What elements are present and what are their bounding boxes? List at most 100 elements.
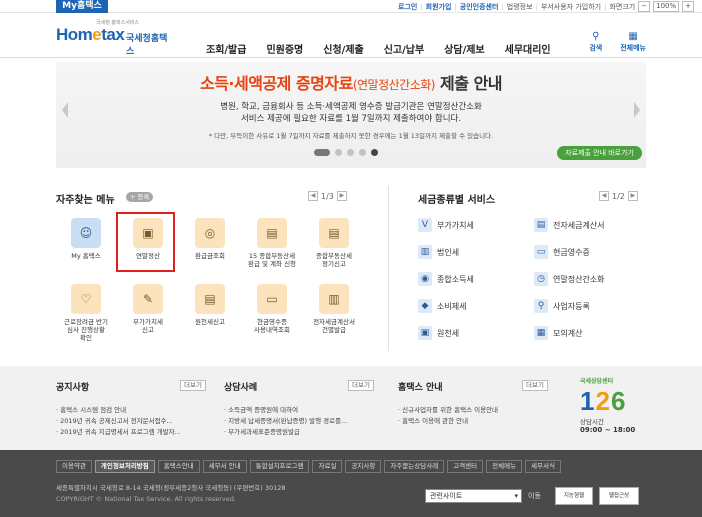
utility-links: 로그인 | 회원가입 | 공인인증센터 | 법령정보 | 부서사용자 가입하기 | 화면크… <box>398 0 694 13</box>
footer-link-tax-forms[interactable]: 세무서식 <box>525 460 561 473</box>
consult-item[interactable]: 지방세 납세증명서(완납증명) 발행 경로를... <box>224 416 374 427</box>
tax-invoice-icon: ▤ <box>534 218 548 232</box>
banner-dot[interactable] <box>347 149 354 156</box>
svc-cash-receipt[interactable]: ▭ 현금영수증 <box>534 245 590 259</box>
footer-nav: 이용약관 개인정보처리방침 홈택스안내 세무서 안내 통합설치프로그램 자료실 … <box>56 460 564 473</box>
zoom-in-button[interactable]: + <box>682 1 694 12</box>
calendar-icon: ▤ <box>257 218 287 248</box>
fav-earned-income-credit[interactable]: ♡ 근로장려금 반기 심사 진행상황 확인 <box>56 284 116 342</box>
fav-cash-receipt-history[interactable]: ▭ 현금영수증 사용내역조회 <box>242 284 302 334</box>
footer-address: 세종특별자치시 국세청로 8-14 국세청(정부세종2청사 국세청동) (우편번… <box>56 484 286 492</box>
section-divider <box>388 186 389 351</box>
services-pager: ◀ 1/2 ▶ <box>599 191 638 201</box>
guide-more-button[interactable]: 더보기 <box>522 380 548 391</box>
fav-year-end-settlement[interactable]: ▣ 연말정산 <box>116 212 178 272</box>
banner-cta-button[interactable]: 자료제출 안내 바로가기 <box>557 146 642 160</box>
footer-link-tax-office[interactable]: 세무서 안내 <box>202 460 247 473</box>
footer-link-archive[interactable]: 자료실 <box>312 460 343 473</box>
notice-item[interactable]: 2019년 귀속 지급명세서 프로그램 개발자... <box>56 427 206 438</box>
related-sites-go-button[interactable]: 이동 <box>528 489 541 503</box>
call-center: 국세상담센터 126 상담시간 09:00 ~ 18:00 <box>580 376 650 434</box>
fav-withholding-filing[interactable]: ▤ 원천세신고 <box>180 284 240 326</box>
notice-item[interactable]: 홈택스 시스템 점검 안내 <box>56 405 206 416</box>
corporate-icon: ▥ <box>418 245 432 259</box>
favorites-register-button[interactable]: + 등록 <box>126 192 154 202</box>
search-icon: ⚲ <box>592 31 600 42</box>
svc-income-tax[interactable]: ◉ 종합소득세 <box>418 272 474 286</box>
cash-receipt-icon: ▭ <box>534 245 548 259</box>
prev-page-button[interactable]: ◀ <box>599 191 609 201</box>
fav-vat-filing[interactable]: ✎ 부가가치세 신고 <box>118 284 178 334</box>
consult-more-button[interactable]: 더보기 <box>348 380 374 391</box>
grid-icon: ▦ <box>628 31 638 42</box>
banner-pause-button[interactable] <box>371 149 378 156</box>
footer-link-customer-center[interactable]: 고객센터 <box>447 460 484 473</box>
fav-property-tax-refund[interactable]: ▤ 15 종합부동산세 환급 및 계좌 신청 <box>242 218 302 268</box>
my-hometax-tab[interactable]: My홈택스 <box>56 0 108 13</box>
prev-page-button[interactable]: ◀ <box>308 191 318 201</box>
footer-link-terms[interactable]: 이용약관 <box>56 460 92 473</box>
favorites-pager: ◀ 1/3 ▶ <box>308 191 347 201</box>
svc-e-tax-invoice[interactable]: ▤ 전자세금계산서 <box>534 218 605 232</box>
dept-user-signup-link[interactable]: 부서사용자 가입하기 <box>541 2 601 12</box>
notice-more-button[interactable]: 더보기 <box>180 380 206 391</box>
fav-my-hometax[interactable]: ☺ My 홈택스 <box>56 218 116 260</box>
next-page-button[interactable]: ▶ <box>336 191 347 201</box>
guide-item[interactable]: 신규사업자를 위한 홈택스 이용안내 <box>398 405 548 416</box>
login-link[interactable]: 로그인 <box>398 2 417 12</box>
signup-link[interactable]: 회원가입 <box>426 2 452 12</box>
footer-link-all-menu[interactable]: 전체메뉴 <box>486 460 523 473</box>
year-end-icon: ◷ <box>534 272 548 286</box>
footer-link-faq[interactable]: 자주묻는상담사례 <box>384 460 445 473</box>
calculator-icon: ▦ <box>534 326 548 340</box>
services-title: 세금종류별 서비스 <box>418 195 496 206</box>
svc-vat[interactable]: V 부가가치세 <box>418 218 474 232</box>
svc-corporate-tax[interactable]: ▥ 법인세 <box>418 245 459 259</box>
vat-icon: V <box>418 218 432 232</box>
svc-mock-calculation[interactable]: ▦ 모의계산 <box>534 326 582 340</box>
next-page-button[interactable]: ▶ <box>627 191 638 201</box>
promo-banner: 소득·세액공제 증명자료(연말정산간소화) 제출 안내 병원, 학교, 금융회사… <box>56 62 646 168</box>
fav-e-tax-invoice[interactable]: ▥ 전자세금계산서 건별발급 <box>304 284 364 334</box>
consult-item[interactable]: 부가세과세표준증명원발급 <box>224 427 374 438</box>
hometax-logo[interactable]: 국세청 홈택스서비스 Hometax 국세청홈택스 <box>56 19 168 57</box>
svc-withholding-tax[interactable]: ▣ 원천세 <box>418 326 459 340</box>
footer-copyright: COPYRIGHT © National Tax Service. All ri… <box>56 495 236 503</box>
income-tax-icon: ◉ <box>418 272 432 286</box>
all-menu-button[interactable]: ▦ 전체메뉴 <box>620 31 646 53</box>
fav-refund-inquiry[interactable]: ◎ 환급금조회 <box>180 218 240 260</box>
vat-icon: ✎ <box>133 284 163 314</box>
logo-wordmark: Hometax <box>56 25 125 44</box>
nav-filing-payment[interactable]: 신고/납부 <box>384 41 424 56</box>
banner-dot[interactable] <box>359 149 366 156</box>
cert-center-link[interactable]: 공인인증센터 <box>460 2 499 12</box>
guide-item[interactable]: 홈택스 이용에 관한 안내 <box>398 416 548 427</box>
nav-consultation[interactable]: 상담/제보 <box>444 41 484 56</box>
footer-link-notices[interactable]: 공지사항 <box>345 460 382 473</box>
footer-link-installer[interactable]: 통합설치프로그램 <box>249 460 310 473</box>
site-header: 국세청 홈택스서비스 Hometax 국세청홈택스 조회/발급 민원증명 신청/… <box>0 13 702 58</box>
footer-link-hometax-guide[interactable]: 홈택스안내 <box>157 460 200 473</box>
screen-size-label: 화면크기 <box>609 2 636 11</box>
notice-item[interactable]: 2019년 귀속 공제신고서 전자문서접수... <box>56 416 206 427</box>
svc-consumption-tax[interactable]: ◆ 소비제세 <box>418 299 466 313</box>
notice-column: 공지사항 더보기 홈택스 시스템 점검 안내 2019년 귀속 공제신고서 전자… <box>56 380 206 438</box>
consult-column: 상담사례 더보기 소득금액 증명원에 대하여 지방세 납세증명서(완납증명) 발… <box>224 380 374 438</box>
call-center-number: 126 <box>580 386 627 416</box>
related-sites-select[interactable]: 관련사이트 <box>425 489 522 503</box>
coin-icon: ◎ <box>195 218 225 248</box>
banner-dot-active[interactable] <box>314 149 330 156</box>
search-button[interactable]: ⚲ 검색 <box>589 31 602 53</box>
nav-certificates[interactable]: 민원증명 <box>266 41 303 56</box>
fav-property-tax-filing[interactable]: ▤ 종합부동산세 정기신고 <box>304 218 364 268</box>
nav-inquiry-issue[interactable]: 조회/발급 <box>206 41 246 56</box>
nav-tax-agent[interactable]: 세무대리인 <box>505 41 551 56</box>
svc-business-registration[interactable]: ⚲ 사업자등록 <box>534 299 590 313</box>
zoom-out-button[interactable]: − <box>638 1 651 12</box>
footer-link-privacy[interactable]: 개인정보처리방침 <box>94 460 155 473</box>
law-info-link[interactable]: 법령정보 <box>507 2 533 12</box>
banner-dot[interactable] <box>335 149 342 156</box>
svc-year-end-simplified[interactable]: ◷ 연말정산간소화 <box>534 272 605 286</box>
consult-item[interactable]: 소득금액 증명원에 대하여 <box>224 405 374 416</box>
nav-application[interactable]: 신청/제출 <box>323 41 363 56</box>
